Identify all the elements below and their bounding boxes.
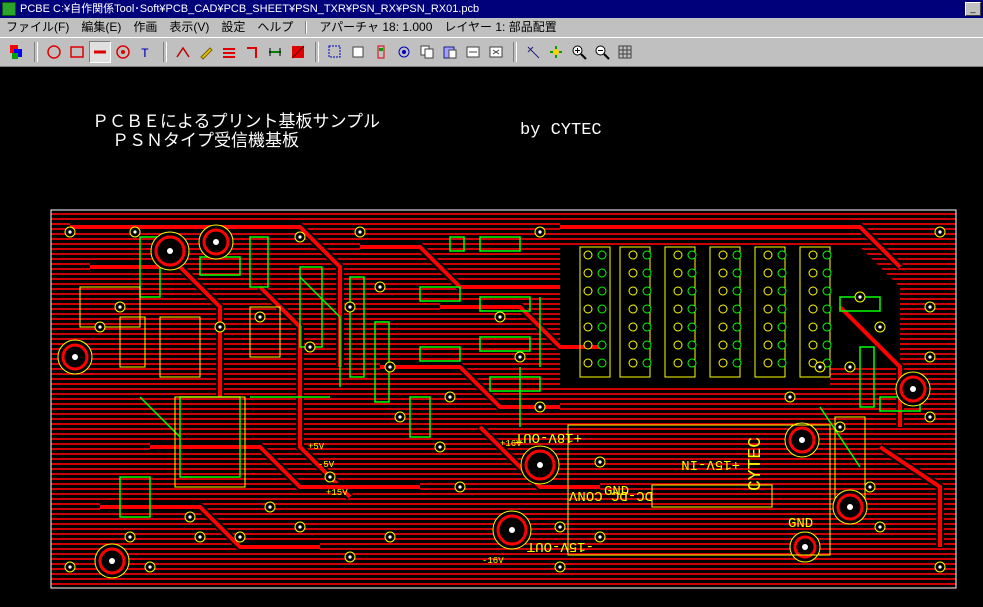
measure-tool-icon[interactable]	[264, 41, 286, 63]
menu-bar: ファイル(F) 編集(E) 作画 表示(V) 設定 ヘルプ アパーチャ 18: …	[0, 18, 983, 37]
via-tool-icon[interactable]	[393, 41, 415, 63]
label-minus15v-out: -15V-OUT	[527, 538, 594, 554]
label-plus5v: +5V	[308, 442, 325, 452]
layer-status: レイヤー 1: 部品配置	[444, 20, 557, 34]
label-gnd-1: GND	[604, 484, 629, 500]
menu-view[interactable]: 表示(V)	[163, 18, 215, 37]
toolbar: T	[0, 37, 983, 67]
snap-icon[interactable]	[545, 41, 567, 63]
window-title: PCBE C:¥自作関係Tool･Soft¥PCB_CAD¥PCB_SHEET¥…	[20, 3, 480, 15]
pcb-canvas[interactable]: ＰＣＢＥによるプリント基板サンプル ＰＳＮタイプ受信機基板 by CYTEC D…	[0, 67, 983, 607]
pencil-tool-icon[interactable]	[195, 41, 217, 63]
svg-text:T: T	[141, 46, 149, 60]
label-gnd-2: GND	[788, 516, 813, 532]
circle-tool-icon[interactable]	[43, 41, 65, 63]
place-tool-icon[interactable]	[370, 41, 392, 63]
select-tool-icon[interactable]	[324, 41, 346, 63]
aperture-status: アパーチャ 18: 1.000	[319, 20, 433, 34]
window-controls: _	[965, 2, 981, 16]
paste-icon[interactable]	[439, 41, 461, 63]
layers-icon[interactable]	[6, 41, 28, 63]
move-tool-icon[interactable]	[347, 41, 369, 63]
minimize-button[interactable]: _	[965, 2, 981, 16]
label-cytec: CYTEC	[746, 437, 766, 491]
menu-separator	[305, 21, 308, 34]
menu-edit[interactable]: 編集(E)	[75, 18, 127, 37]
pad-tool-icon[interactable]	[112, 41, 134, 63]
menu-file[interactable]: ファイル(F)	[0, 18, 75, 37]
zoom-in-icon[interactable]	[568, 41, 590, 63]
rotate-icon[interactable]	[462, 41, 484, 63]
zoom-out-icon[interactable]	[591, 41, 613, 63]
menu-draw[interactable]: 作画	[127, 18, 163, 37]
label-minus5v: -5V	[318, 460, 335, 470]
corner-tool-icon[interactable]	[241, 41, 263, 63]
label-plus16v: +16V	[500, 439, 522, 449]
bus-tool-icon[interactable]	[218, 41, 240, 63]
mirror-icon[interactable]	[485, 41, 507, 63]
menu-help[interactable]: ヘルプ	[251, 18, 299, 37]
label-minus16v: -16V	[482, 556, 504, 566]
fill-tool-icon[interactable]	[287, 41, 309, 63]
text-tool-icon[interactable]: T	[135, 41, 157, 63]
app-icon	[2, 2, 16, 16]
copy-icon[interactable]	[416, 41, 438, 63]
grid-icon[interactable]	[614, 41, 636, 63]
line-tool-icon[interactable]	[89, 41, 111, 63]
rect-tool-icon[interactable]	[66, 41, 88, 63]
label-plus15v: +15V	[326, 488, 348, 498]
pin-icon[interactable]	[522, 41, 544, 63]
menu-settings[interactable]: 設定	[215, 18, 251, 37]
pen-tool-icon[interactable]	[172, 41, 194, 63]
title-bar: PCBE C:¥自作関係Tool･Soft¥PCB_CAD¥PCB_SHEET¥…	[0, 0, 983, 18]
label-plus18v-out: +18V-OUT	[515, 429, 582, 445]
label-plus15v-in: +15V-IN	[681, 456, 740, 472]
pcb-board[interactable]: DC-DC CONV +18V-OUT +15V-IN -15V-OUT GND…	[0, 67, 983, 607]
